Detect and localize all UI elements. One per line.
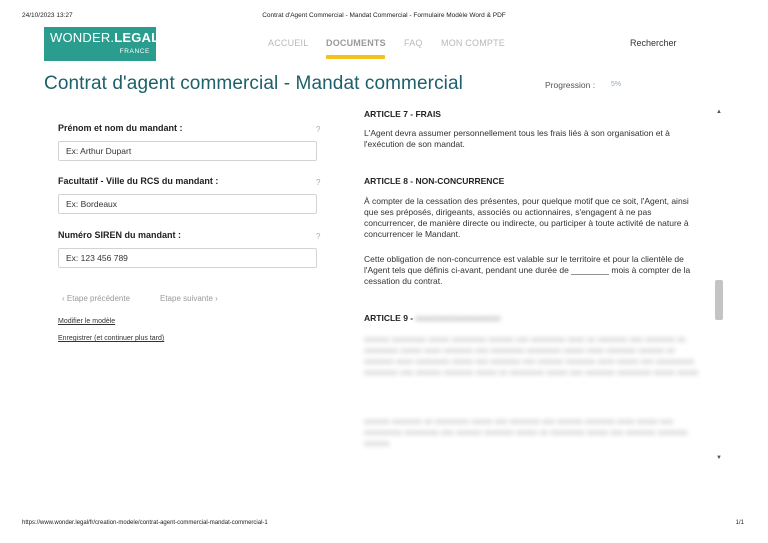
logo-text: WONDER.LEGAL xyxy=(50,30,160,45)
page-title: Contrat d'agent commercial - Mandat comm… xyxy=(44,73,463,94)
modify-template-link[interactable]: Modifier le modèle xyxy=(58,318,115,325)
rcs-city-input[interactable]: Ex: Bordeaux xyxy=(58,194,317,214)
nav-item-faq[interactable]: FAQ xyxy=(404,38,423,48)
article-8-title: ARTICLE 8 - NON-CONCURRENCE xyxy=(364,176,505,186)
progress-value: 5% xyxy=(611,81,622,88)
next-step-button[interactable]: Etape suivante › xyxy=(160,294,218,303)
scrollbar-thumb[interactable] xyxy=(715,280,723,320)
prev-step-button[interactable]: ‹ Etape précédente xyxy=(62,294,130,303)
wonder-legal-logo[interactable]: WONDER.LEGAL FRANCE xyxy=(44,27,160,61)
scroll-up-arrow-icon[interactable]: ▲ xyxy=(713,109,725,115)
logo-subtitle: FRANCE xyxy=(119,48,150,55)
article-7-title: ARTICLE 7 - FRAIS xyxy=(364,109,441,119)
print-title: Contrat d'Agent Commercial - Mandat Comm… xyxy=(262,12,506,19)
field-label-siren: Numéro SIREN du mandant : xyxy=(58,230,182,240)
search-link[interactable]: Rechercher xyxy=(630,38,677,48)
print-url: https://www.wonder.legal/fr/creation-mod… xyxy=(22,520,268,526)
mandant-name-input[interactable]: Ex: Arthur Dupart xyxy=(58,141,317,161)
article-9-title: ARTICLE 9 - xxxxxxxxxxxxxxxxxx xyxy=(364,313,501,323)
nav-item-mon-compte[interactable]: MON COMPTE xyxy=(441,38,505,48)
field-label-rcs-city: Facultatif - Ville du RCS du mandant : xyxy=(58,176,219,186)
help-icon[interactable]: ? xyxy=(316,125,320,134)
help-icon[interactable]: ? xyxy=(316,178,320,187)
document-scrollbar[interactable]: ▲ ▼ xyxy=(713,106,725,466)
save-continue-link[interactable]: Enregistrer (et continuer plus tard) xyxy=(58,335,164,342)
active-tab-indicator xyxy=(326,55,385,59)
scroll-down-arrow-icon[interactable]: ▼ xyxy=(713,455,725,461)
print-page-number: 1/1 xyxy=(735,520,744,526)
nav-item-accueil[interactable]: ACCUEIL xyxy=(268,38,308,48)
article-7-paragraph: L'Agent devra assumer personnellement to… xyxy=(364,128,670,149)
nav-item-documents[interactable]: DOCUMENTS xyxy=(326,38,386,48)
blurred-content: xxxxxx xxxxxxxx xxxxx xxxxxxxx xxxxxx xx… xyxy=(364,334,699,377)
progress-label: Progression : xyxy=(545,80,596,90)
help-icon[interactable]: ? xyxy=(316,232,320,241)
article-8-paragraph-1: À compter de la cessation des présentes,… xyxy=(364,196,689,239)
document-preview[interactable]: ARTICLE 7 - FRAIS L'Agent devra assumer … xyxy=(356,106,713,466)
siren-input[interactable]: Ex: 123 456 789 xyxy=(58,248,317,268)
field-label-mandant-name: Prénom et nom du mandant : xyxy=(58,123,183,133)
article-8-paragraph-2: Cette obligation de non-concurrence est … xyxy=(364,254,691,286)
blurred-content: xxxxxx xxxxxxx xx xxxxxxxx xxxxx xxx xxx… xyxy=(364,416,688,448)
